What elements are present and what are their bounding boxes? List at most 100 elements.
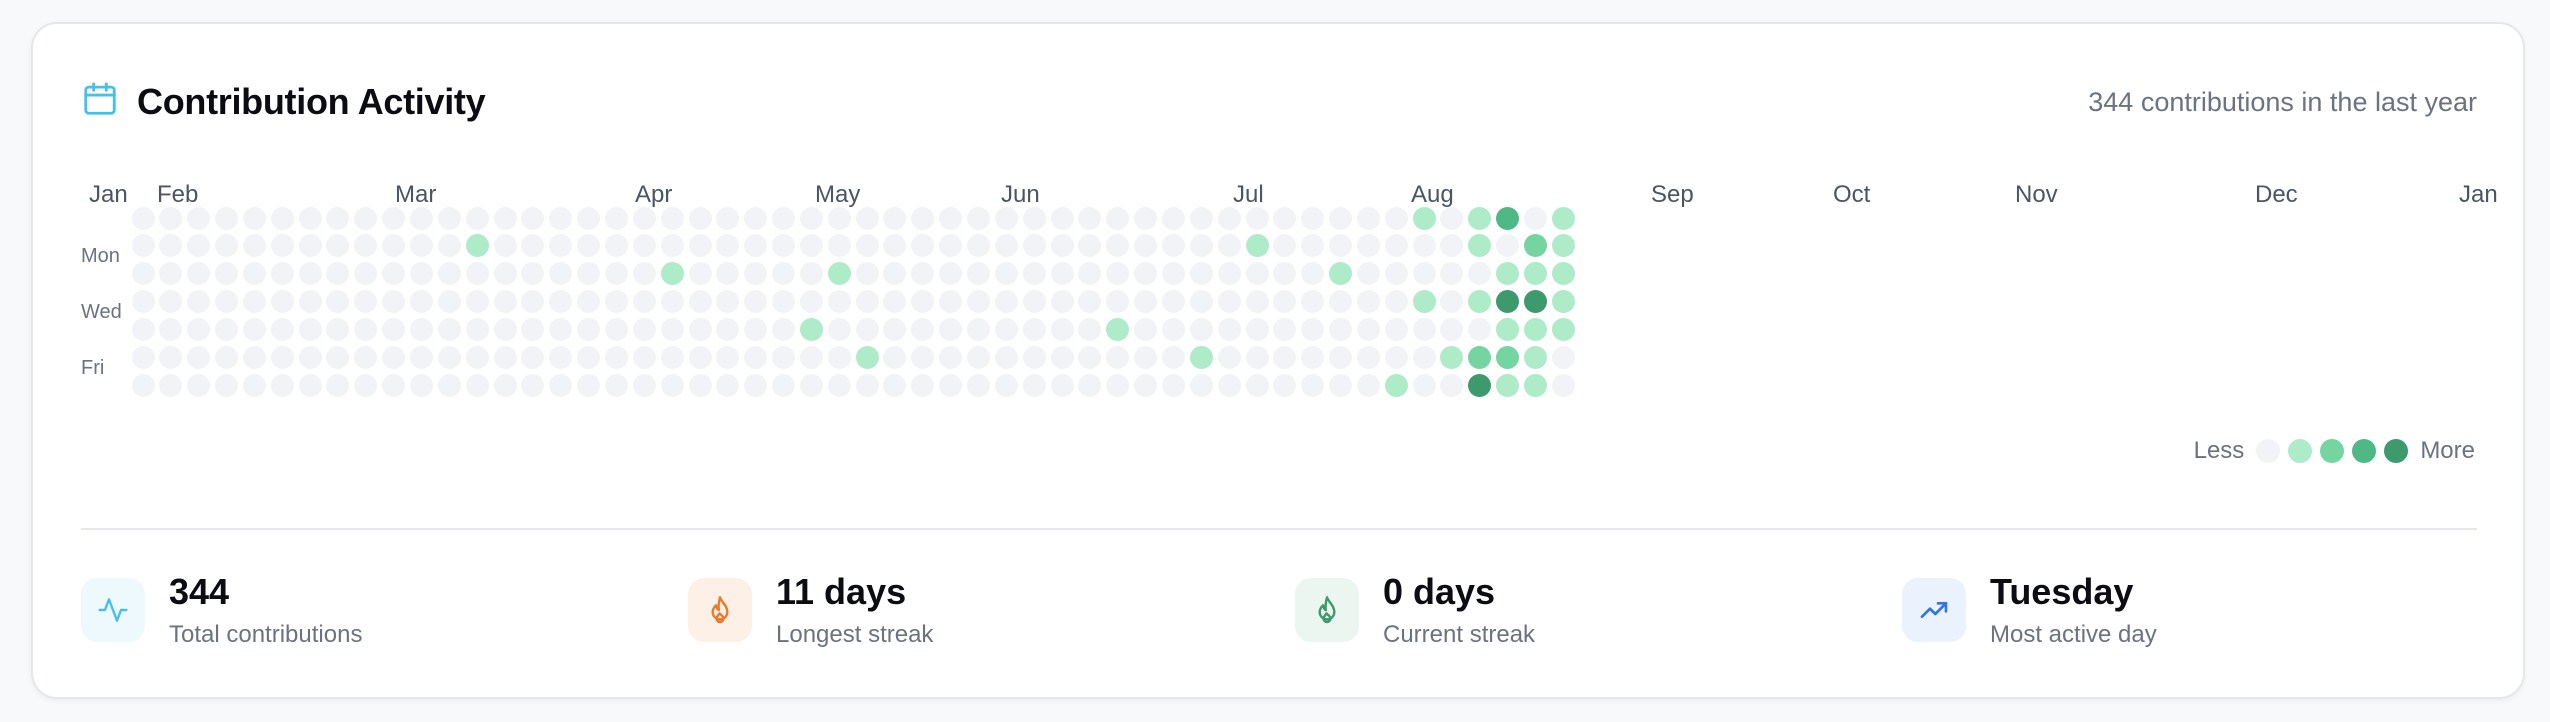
heatmap-cell[interactable] xyxy=(994,234,1018,258)
heatmap-cell[interactable] xyxy=(215,290,239,314)
heatmap-cell[interactable] xyxy=(967,234,990,258)
heatmap-cell[interactable] xyxy=(1496,206,1520,230)
heatmap-cell[interactable] xyxy=(967,373,990,397)
heatmap-cell[interactable] xyxy=(1134,317,1158,341)
heatmap-cell[interactable] xyxy=(1161,373,1185,397)
heatmap-cell[interactable] xyxy=(1050,345,1074,369)
heatmap-cell[interactable] xyxy=(298,345,322,369)
heatmap-cell[interactable] xyxy=(827,234,851,258)
heatmap-cell[interactable] xyxy=(465,317,489,341)
heatmap-cell[interactable] xyxy=(1245,290,1269,314)
heatmap-cell[interactable] xyxy=(215,345,239,369)
heatmap-cell[interactable] xyxy=(1217,262,1241,286)
heatmap-cell[interactable] xyxy=(159,234,183,258)
heatmap-cell[interactable] xyxy=(772,206,796,230)
heatmap-cell[interactable] xyxy=(159,317,183,341)
heatmap-cell[interactable] xyxy=(688,262,712,286)
heatmap-cell[interactable] xyxy=(410,206,433,230)
heatmap-cell[interactable] xyxy=(465,345,489,369)
heatmap-cell[interactable] xyxy=(1217,345,1241,369)
heatmap-cell[interactable] xyxy=(716,373,740,397)
heatmap-cell[interactable] xyxy=(1161,290,1185,314)
heatmap-cell[interactable] xyxy=(437,290,461,314)
heatmap-cell[interactable] xyxy=(270,317,294,341)
heatmap-cell[interactable] xyxy=(465,234,489,258)
heatmap-cell[interactable] xyxy=(1551,373,1575,397)
heatmap-cell[interactable] xyxy=(1189,262,1213,286)
heatmap-cell[interactable] xyxy=(493,206,517,230)
heatmap-cell[interactable] xyxy=(632,234,656,258)
heatmap-cell[interactable] xyxy=(549,373,573,397)
heatmap-cell[interactable] xyxy=(1022,373,1046,397)
heatmap-cell[interactable] xyxy=(632,262,656,286)
heatmap-cell[interactable] xyxy=(1189,290,1213,314)
heatmap-cell[interactable] xyxy=(855,262,879,286)
heatmap-cell[interactable] xyxy=(939,317,963,341)
heatmap-cell[interactable] xyxy=(1551,234,1575,258)
heatmap-cell[interactable] xyxy=(326,290,350,314)
heatmap-cell[interactable] xyxy=(1468,206,1492,230)
heatmap-cell[interactable] xyxy=(1217,373,1241,397)
heatmap-cell[interactable] xyxy=(521,262,545,286)
heatmap-cell[interactable] xyxy=(1329,317,1353,341)
heatmap-cell[interactable] xyxy=(1106,317,1130,341)
heatmap-cell[interactable] xyxy=(1189,234,1213,258)
heatmap-cell[interactable] xyxy=(382,290,406,314)
heatmap-cell[interactable] xyxy=(1551,290,1575,314)
heatmap-cell[interactable] xyxy=(855,234,879,258)
heatmap-cell[interactable] xyxy=(1468,262,1492,286)
heatmap-cell[interactable] xyxy=(1496,345,1520,369)
heatmap-cell[interactable] xyxy=(187,262,211,286)
heatmap-cell[interactable] xyxy=(549,290,573,314)
heatmap-cell[interactable] xyxy=(1329,345,1353,369)
heatmap-cell[interactable] xyxy=(883,234,907,258)
heatmap-cell[interactable] xyxy=(744,290,768,314)
heatmap-cell[interactable] xyxy=(1161,262,1185,286)
heatmap-cell[interactable] xyxy=(131,373,155,397)
heatmap-cell[interactable] xyxy=(1384,373,1408,397)
heatmap-cell[interactable] xyxy=(1468,290,1492,314)
heatmap-cell[interactable] xyxy=(326,262,350,286)
heatmap-cell[interactable] xyxy=(549,262,573,286)
heatmap-cell[interactable] xyxy=(604,206,628,230)
heatmap-cell[interactable] xyxy=(1078,290,1102,314)
heatmap-cell[interactable] xyxy=(1524,234,1547,258)
heatmap-cell[interactable] xyxy=(1301,234,1325,258)
heatmap-cell[interactable] xyxy=(549,317,573,341)
heatmap-cell[interactable] xyxy=(354,262,378,286)
heatmap-cell[interactable] xyxy=(298,317,322,341)
heatmap-cell[interactable] xyxy=(1329,290,1353,314)
heatmap-cell[interactable] xyxy=(1106,206,1130,230)
heatmap-cell[interactable] xyxy=(298,206,322,230)
heatmap-cell[interactable] xyxy=(939,206,963,230)
heatmap-cell[interactable] xyxy=(1022,206,1046,230)
heatmap-cell[interactable] xyxy=(242,262,266,286)
heatmap-cell[interactable] xyxy=(939,345,963,369)
heatmap-cell[interactable] xyxy=(270,206,294,230)
heatmap-cell[interactable] xyxy=(242,206,266,230)
heatmap-cell[interactable] xyxy=(1022,290,1046,314)
heatmap-cell[interactable] xyxy=(911,290,935,314)
heatmap-cell[interactable] xyxy=(883,345,907,369)
heatmap-cell[interactable] xyxy=(632,206,656,230)
heatmap-cell[interactable] xyxy=(1356,262,1380,286)
heatmap-cell[interactable] xyxy=(994,290,1018,314)
heatmap-cell[interactable] xyxy=(410,234,433,258)
heatmap-cell[interactable] xyxy=(911,317,935,341)
heatmap-cell[interactable] xyxy=(660,290,684,314)
heatmap-cell[interactable] xyxy=(131,290,155,314)
heatmap-cell[interactable] xyxy=(1245,262,1269,286)
heatmap-cell[interactable] xyxy=(688,234,712,258)
heatmap-cell[interactable] xyxy=(660,262,684,286)
heatmap-cell[interactable] xyxy=(270,345,294,369)
heatmap-cell[interactable] xyxy=(1329,262,1353,286)
heatmap-cell[interactable] xyxy=(577,206,601,230)
heatmap-cell[interactable] xyxy=(1106,373,1130,397)
heatmap-cell[interactable] xyxy=(772,373,796,397)
heatmap-cell[interactable] xyxy=(1301,317,1325,341)
heatmap-cell[interactable] xyxy=(382,262,406,286)
heatmap-cell[interactable] xyxy=(1524,206,1547,230)
heatmap-cell[interactable] xyxy=(298,262,322,286)
heatmap-cell[interactable] xyxy=(549,234,573,258)
heatmap-cell[interactable] xyxy=(1245,206,1269,230)
